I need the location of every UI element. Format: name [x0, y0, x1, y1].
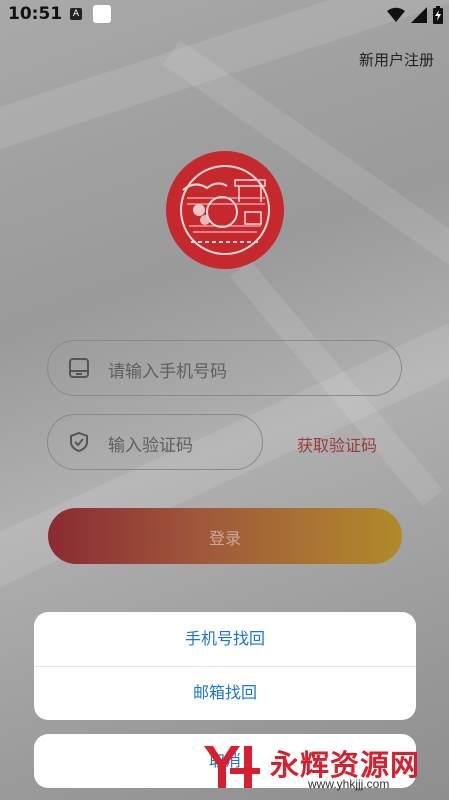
a-notification-icon: A — [70, 8, 82, 20]
logo-seal — [166, 151, 284, 269]
login-button-label: 登录 — [208, 529, 241, 548]
verification-code-input[interactable]: 输入验证码 — [47, 414, 263, 470]
phone-icon — [69, 358, 89, 378]
phone-input[interactable]: 请输入手机号码 — [47, 340, 402, 396]
watermark-url: www.yhkjjj.com — [308, 777, 390, 791]
get-code-button[interactable]: 获取验证码 — [297, 432, 377, 456]
login-screen: 10:51 A 新用户注册 请输入手机号码 输入验证码 获取验证码 登录 手机号… — [0, 0, 449, 800]
new-user-register-link[interactable]: 新用户注册 — [359, 49, 434, 70]
login-button[interactable]: 登录 — [48, 508, 402, 564]
status-right-icons — [387, 5, 443, 25]
recovery-action-sheet: 手机号找回 邮箱找回 — [34, 612, 416, 720]
code-placeholder: 输入验证码 — [108, 436, 193, 456]
status-bar: 10:51 A — [0, 0, 449, 30]
shield-icon — [70, 431, 88, 453]
battery-icon — [433, 6, 443, 24]
app-notification-icon — [93, 5, 111, 23]
wifi-icon — [387, 7, 405, 23]
signal-icon — [411, 7, 427, 23]
phone-placeholder: 请输入手机号码 — [108, 362, 227, 382]
recover-by-email-option[interactable]: 邮箱找回 — [34, 666, 416, 720]
status-time: 10:51 — [8, 4, 63, 24]
recover-by-phone-option[interactable]: 手机号找回 — [34, 612, 416, 666]
watermark-logo-icon — [204, 746, 260, 788]
watermark: 永辉资源网 www.yhkjjj.com — [198, 742, 448, 794]
